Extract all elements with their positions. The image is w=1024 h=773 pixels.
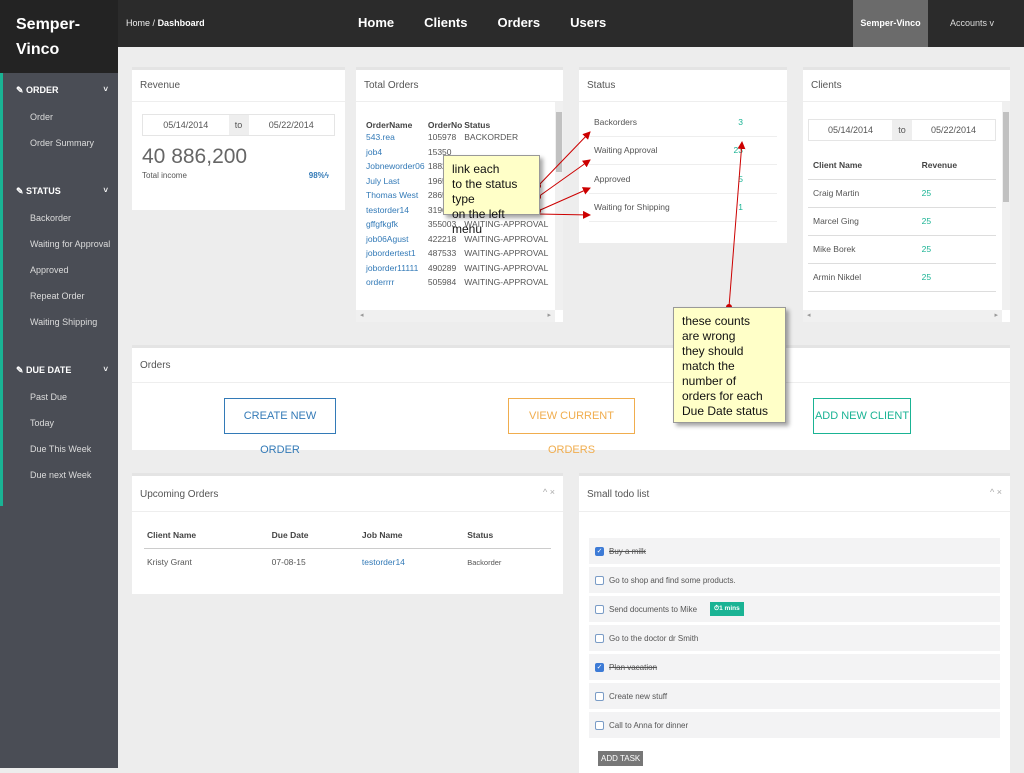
note-line: they should [682, 344, 744, 358]
annotation-note-status-links: link each to the status type on the left m… [443, 155, 540, 236]
note-line: link each [452, 162, 500, 176]
annotation-note-counts: these counts are wrong they should match th… [673, 307, 786, 423]
note-line: match the number of [682, 359, 737, 388]
note-line: are wrong [682, 329, 736, 343]
annotation-arrows [535, 131, 746, 310]
note-line: on the left menu [452, 207, 505, 236]
note-line: to the status type [452, 177, 518, 206]
note-line: these counts [682, 314, 751, 328]
note-line: Due Date status [682, 404, 769, 418]
note-line: orders for each [682, 389, 763, 403]
